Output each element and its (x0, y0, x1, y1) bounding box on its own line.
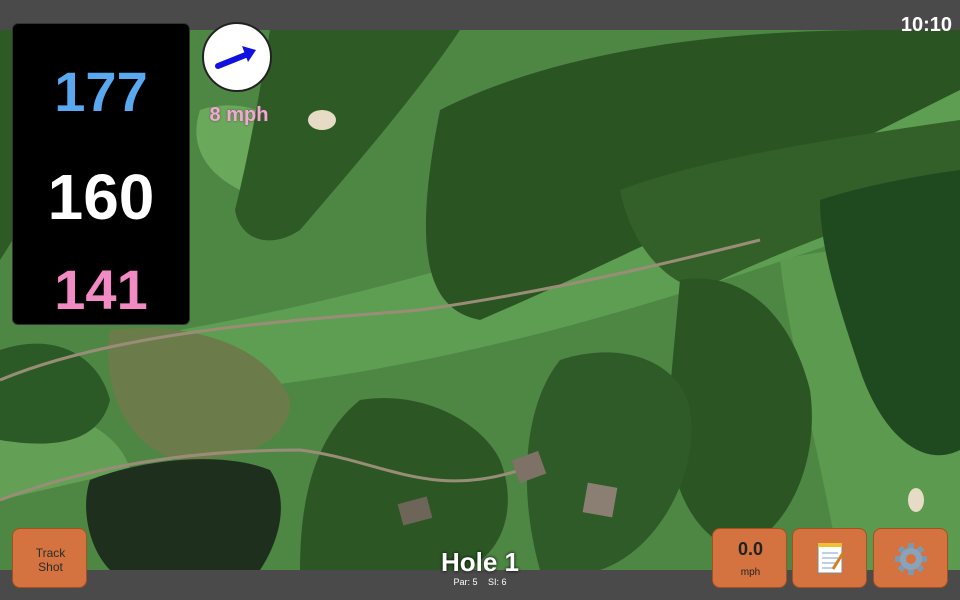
notes-button[interactable] (792, 528, 867, 588)
wind-arrow-icon (215, 46, 256, 69)
wind-direction-indicator (202, 22, 272, 92)
gear-icon (895, 543, 927, 575)
hole-info: Par: 5 SI: 6 (380, 577, 580, 587)
settings-button[interactable] (873, 528, 948, 588)
clock: 10:10 (900, 14, 952, 36)
track-shot-button[interactable]: Track Shot (12, 528, 87, 588)
notepad-icon (817, 543, 845, 574)
speed-unit: mph (740, 567, 761, 578)
hole-si: SI: 6 (488, 577, 507, 587)
hole-par: Par: 5 (453, 577, 478, 587)
distance-front: 141 (54, 258, 148, 321)
track-shot-label: Track Shot (35, 546, 66, 574)
distance-back: 177 (54, 60, 148, 123)
distance-panel: 177 160 141 (12, 23, 190, 325)
wind-speed-label: 8 mph (209, 104, 269, 126)
speed-value: 0.0 (737, 539, 764, 559)
hole-title: Hole 1 (440, 547, 520, 577)
distance-middle: 160 (47, 161, 155, 233)
speed-button[interactable]: 0.0 mph (712, 528, 787, 588)
